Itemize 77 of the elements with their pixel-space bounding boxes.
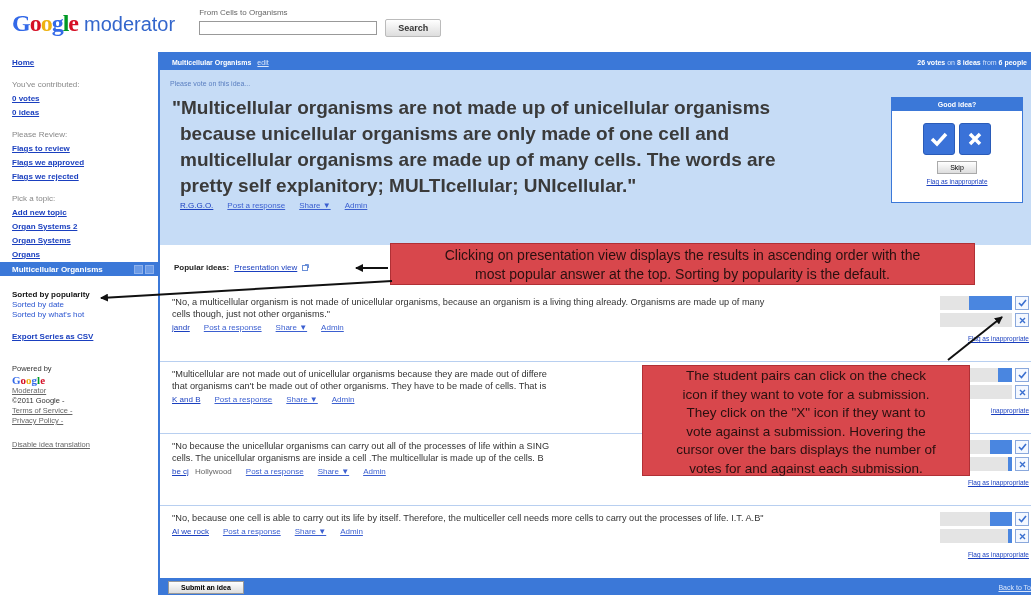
sort-option[interactable]: Sorted by date — [12, 300, 65, 310]
action-link[interactable]: Admin — [344, 201, 368, 210]
check-icon — [1017, 443, 1027, 451]
action-link[interactable]: Post a response — [227, 201, 286, 210]
action-link[interactable]: Post a response — [203, 323, 262, 332]
action-link[interactable]: Share ▼ — [275, 323, 308, 332]
action-link[interactable]: Admin — [331, 395, 355, 404]
action-link[interactable]: Share ▼ — [286, 395, 318, 404]
check-icon — [1017, 515, 1027, 523]
author-location: Hollywood — [194, 467, 232, 476]
vote-no-button[interactable] — [1015, 313, 1029, 327]
close-icon — [968, 132, 982, 146]
popular-ideas-label: Popular ideas: — [174, 263, 230, 272]
action-link[interactable]: Share ▼ — [317, 467, 350, 476]
close-icon — [1018, 532, 1026, 540]
vote-yes-button[interactable] — [1015, 368, 1029, 382]
action-link[interactable]: Share ▼ — [299, 201, 331, 210]
author-link[interactable]: Al we rock — [172, 527, 209, 536]
author-link[interactable]: R.G.G.O. — [180, 201, 214, 210]
vote-yes-button[interactable] — [1015, 296, 1029, 310]
section-heading: You've contributed: — [12, 79, 81, 91]
idea-text: "No, because one cell is able to carry out its life by itself. Therefore, the multiceller cell needs more cells to carry out the processes of life. I.T. A.B" — [172, 512, 764, 524]
close-icon — [1018, 316, 1026, 324]
section-heading: Please Review: — [12, 129, 69, 141]
vote-yes-button[interactable] — [1015, 440, 1029, 454]
vote-no-button[interactable] — [1015, 529, 1029, 543]
action-link[interactable]: Share ▼ — [294, 527, 327, 536]
sort-option[interactable]: Sorted by what's hot — [12, 310, 85, 320]
votes-for-bar[interactable] — [940, 512, 1012, 526]
home-link[interactable]: Home — [12, 56, 35, 70]
action-link[interactable]: Post a response — [214, 395, 273, 404]
vote-no-button[interactable] — [959, 123, 991, 155]
annotation-tooltip: The student pairs can click on the check icon if they want to vote for a submission. They click on the "X" icon if they want to vote against a submission. Hovering the cursor over the bars displays the number of votes for and against each submission. — [642, 365, 970, 476]
section-heading: Pick a topic: — [12, 193, 57, 205]
action-link[interactable]: Post a response — [245, 467, 304, 476]
sidebar-link[interactable]: 0 ideas — [12, 106, 40, 120]
annotation-arrow — [355, 264, 389, 272]
topic-item[interactable]: Organ Systems 2 — [12, 220, 78, 234]
check-icon — [1017, 299, 1027, 307]
idea-text: "No because the unicellular organisms can carry out all of the processes of life within a SING cells. The unicellular organisms are inside a cell .The multicellular is made up of the cells. B — [172, 440, 550, 464]
author-link[interactable]: be cj — [172, 467, 189, 476]
vote-yes-button[interactable] — [1015, 512, 1029, 526]
export-link[interactable]: Export Series as CSV — [12, 330, 94, 344]
idea-text: "No, a multicellular organism is not made of unicellular organisms, because an organism is a living thing already. Organisms are made up of many cells though, just not other organisms." — [172, 296, 765, 320]
idea-text: "Multicellular are not made out of unicellular organisms because they are made out of differe that organisms can't be made out of other organisms. They have to be made of cells. That is — [172, 368, 547, 392]
votes-against-bar[interactable] — [940, 313, 1012, 327]
action-link[interactable]: Admin — [340, 527, 363, 536]
search-field[interactable] — [199, 21, 378, 35]
annotation-tooltip: Clicking on presentation view displays the results in ascending order with the most popular answer at the top. Sorting by popularity is the default. — [390, 243, 975, 285]
action-link[interactable]: Admin — [321, 323, 344, 332]
action-link[interactable]: Post a response — [222, 527, 281, 536]
presentation-view-link[interactable]: Presentation view — [234, 263, 298, 272]
google-logo[interactable]: Google — [12, 10, 78, 37]
check-icon — [930, 131, 948, 147]
search-label: From Cells to Organisms — [199, 8, 289, 17]
author-link[interactable]: K and B — [172, 395, 201, 404]
sidebar-link[interactable]: 0 votes — [12, 92, 40, 106]
external-link-icon — [302, 264, 310, 271]
vote-yes-button[interactable] — [923, 123, 955, 155]
check-icon — [1017, 371, 1027, 379]
action-link[interactable]: Admin — [363, 467, 386, 476]
topic-item[interactable]: Organs — [12, 248, 40, 262]
sidebar-link[interactable]: Flags to review — [12, 142, 70, 156]
vote-no-button[interactable] — [1015, 385, 1029, 399]
google-logo: Google — [12, 374, 45, 386]
topic-item[interactable]: Add new topic — [12, 206, 67, 220]
search-button[interactable]: Search — [385, 19, 442, 37]
topic-item[interactable]: Organ Systems — [12, 234, 71, 248]
author-link[interactable]: jandr — [172, 323, 190, 332]
sidebar-link[interactable]: Flags we rejected — [12, 170, 79, 184]
close-icon — [1018, 388, 1026, 396]
idea-quote: "Multicellular organisms are not made up of unicellular organisms because unicellular organisms are only made of one cell and multicellular organisms are made up of many cells. The words are pretty self explanitory; MULTIcellular; UNIcellular." — [171, 96, 776, 198]
sort-option[interactable]: Sorted by popularity — [12, 290, 90, 300]
sidebar-link[interactable]: Flags we approved — [12, 156, 85, 170]
vote-no-button[interactable] — [1015, 457, 1029, 471]
close-icon — [1018, 460, 1026, 468]
product-name: moderator — [84, 13, 176, 36]
